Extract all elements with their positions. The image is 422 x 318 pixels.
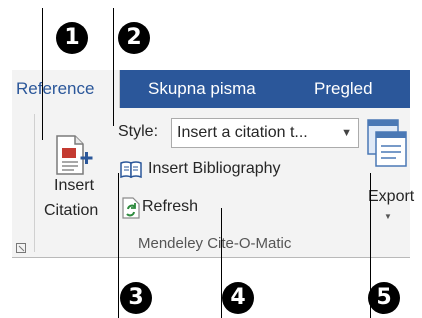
tab-pregled[interactable]: Pregled [314,70,373,108]
callout-marker-2: 2 [118,22,150,54]
dialog-launcher-icon[interactable] [16,243,26,253]
insert-citation-label-line1: Insert [54,177,95,194]
export-icon [367,119,407,167]
book-icon [120,161,142,178]
citation-style-value: Insert a citation t... [177,124,308,141]
style-label: Style: [118,123,159,140]
insert-citation-button[interactable]: Insert Citation [40,112,112,230]
insert-citation-icon [56,135,93,175]
refresh-button[interactable]: Refresh [118,194,228,222]
insert-citation-label-line2: Citation [44,202,99,219]
export-label: Export [368,188,415,205]
citation-style-dropdown[interactable]: Insert a citation t... ▼ [171,118,359,148]
callout-line-1 [42,8,43,140]
callout-marker-4: 4 [222,282,254,314]
callout-line-2 [113,8,114,126]
tab-reference[interactable]: Reference [12,70,120,109]
callout-line-3 [118,173,119,318]
refresh-label: Refresh [142,198,199,215]
insert-bibliography-button[interactable]: Insert Bibliography [118,157,318,183]
callout-line-4 [221,208,222,318]
tab-skupna-pisma[interactable]: Skupna pisma [148,70,256,108]
insert-bibliography-label: Insert Bibliography [148,160,281,177]
chevron-down-icon: ▼ [341,127,352,139]
callout-marker-5: 5 [368,282,400,314]
export-dropdown-arrow-icon: ▼ [384,212,392,221]
callout-line-5 [370,173,371,318]
group-label: Mendeley Cite-O-Matic [138,235,292,252]
group-separator [34,114,35,252]
callout-marker-1: 1 [56,22,88,54]
tab-reference-label: Reference [16,79,95,98]
callout-marker-3: 3 [120,282,152,314]
refresh-icon [122,197,140,219]
